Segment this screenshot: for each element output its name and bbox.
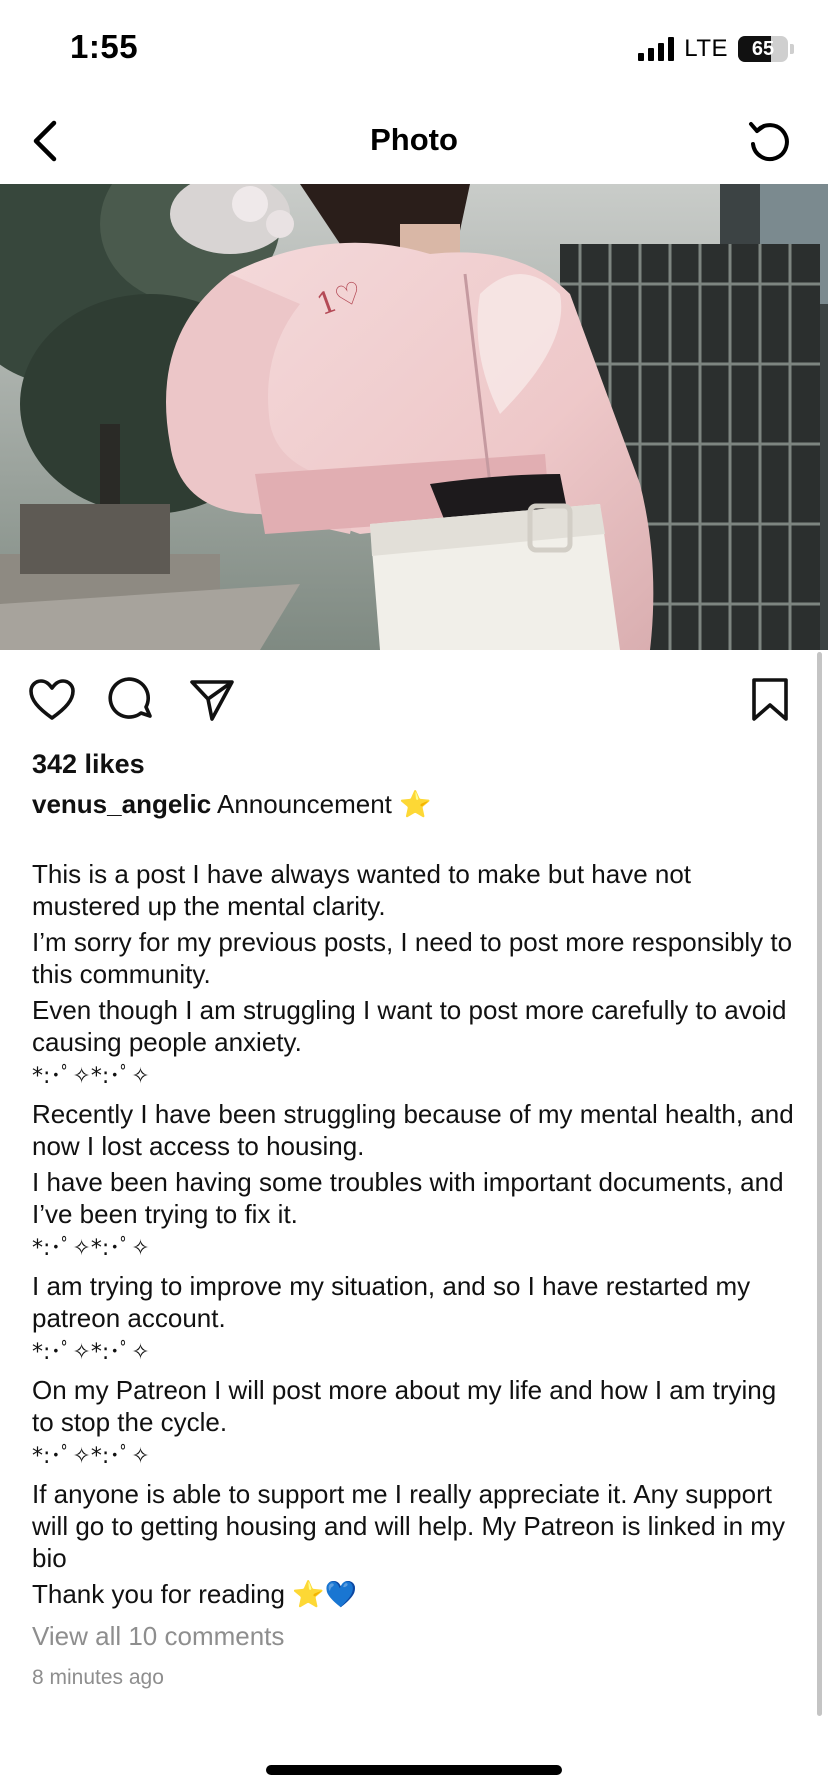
caption-line: I have been having some troubles with im…	[32, 1167, 784, 1229]
view-comments-link[interactable]: View all 10 comments	[32, 1616, 802, 1656]
photo-illustration: 1♡	[0, 184, 828, 650]
scrollbar[interactable]	[817, 652, 822, 1716]
caption-line: If anyone is able to support me I really…	[32, 1479, 785, 1573]
page-title: Photo	[370, 122, 458, 157]
caption-line: Thank you for reading ⭐💙	[32, 1579, 357, 1609]
caption-line: I am trying to improve my situation, and…	[32, 1271, 751, 1333]
battery-nub	[790, 44, 794, 54]
refresh-icon	[749, 122, 789, 162]
battery-icon: 65	[738, 36, 788, 62]
battery-percent: 65	[751, 37, 775, 60]
heart-icon	[29, 679, 75, 720]
caption-divider: *:･ﾟ✧*:･ﾟ✧	[32, 1064, 150, 1089]
caption-line: I’m sorry for my previous posts, I need …	[32, 927, 793, 989]
caption-line: Recently I have been struggling because …	[32, 1099, 794, 1161]
share-button[interactable]	[186, 674, 238, 726]
signal-icon	[638, 37, 675, 61]
caption-line: On my Patreon I will post more about my …	[32, 1375, 777, 1437]
caption-head: venus_angelic Announcement ⭐	[32, 784, 802, 824]
caption-divider: *:･ﾟ✧*:･ﾟ✧	[32, 1444, 150, 1469]
caption-title: Announcement ⭐	[217, 789, 432, 819]
like-button[interactable]	[26, 674, 78, 726]
caption-text: This is a post I have always wanted to m…	[32, 858, 802, 1610]
bookmark-icon	[752, 678, 788, 721]
home-indicator[interactable]	[266, 1765, 562, 1775]
save-button[interactable]	[744, 674, 796, 726]
post-timestamp: 8 minutes ago	[32, 1666, 164, 1689]
nav-header: Photo	[0, 100, 828, 184]
username-link[interactable]: venus_angelic	[32, 789, 211, 819]
status-time: 1:55	[70, 28, 139, 65]
caption-line: Even though I am struggling I want to po…	[32, 995, 787, 1057]
comment-button[interactable]	[106, 674, 158, 726]
caption-line: This is a post I have always wanted to m…	[32, 859, 692, 921]
post-photo[interactable]: 1♡	[0, 184, 828, 650]
refresh-button[interactable]	[742, 114, 798, 170]
caption-divider: *:･ﾟ✧*:･ﾟ✧	[32, 1340, 150, 1365]
comment-icon	[108, 677, 152, 719]
network-label: LTE	[684, 35, 728, 62]
likes-count[interactable]: 342 likes	[32, 744, 802, 784]
caption-divider: *:･ﾟ✧*:･ﾟ✧	[32, 1236, 150, 1261]
send-icon	[190, 680, 234, 721]
post-actions	[0, 668, 828, 732]
post-body: 342 likes venus_angelic Announcement ⭐ T…	[32, 744, 802, 1696]
status-indicators: LTE 65	[638, 34, 794, 64]
status-bar: 1:55 LTE 65	[0, 0, 828, 100]
